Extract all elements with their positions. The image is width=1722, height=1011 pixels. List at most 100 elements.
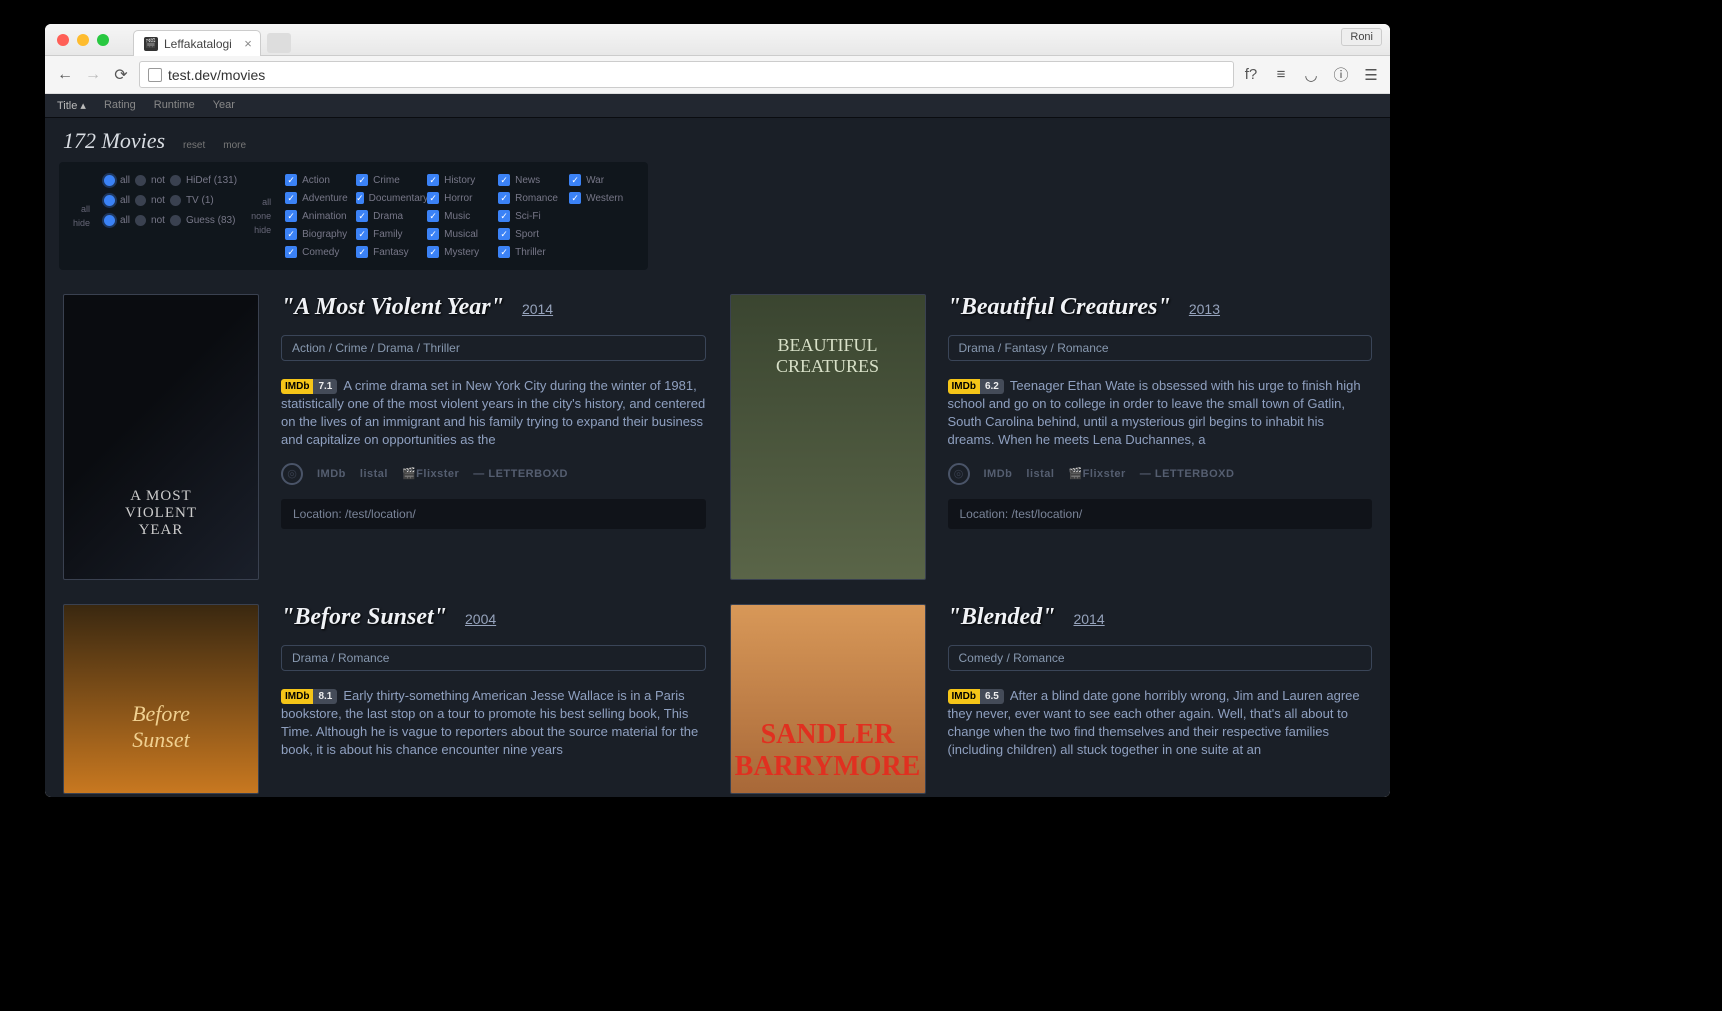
movie-title[interactable]: "A Most Violent Year" [281,294,504,321]
movie-poster[interactable]: BeforeSunset [63,604,259,794]
movie-genres[interactable]: Drama / Fantasy / Romance [948,335,1373,361]
address-bar[interactable]: test.dev/movies [139,61,1234,88]
genre-checkbox[interactable]: ✓ [427,246,439,258]
genre-checkbox[interactable]: ✓ [356,192,364,204]
sort-title[interactable]: Title ▴ [57,99,86,112]
genre-checkbox[interactable]: ✓ [569,192,581,204]
radio-not[interactable] [135,175,146,186]
movie-year[interactable]: 2014 [522,301,553,317]
imdb-badge[interactable]: IMDb7.1 [281,379,337,395]
movie-poster[interactable]: BEAUTIFULCREATURES [730,294,926,580]
radio-not[interactable] [135,215,146,226]
genre-checkbox[interactable]: ✓ [498,174,510,186]
genre-cell: ✓Sci-Fi [498,208,563,224]
quality-label-all: all [120,175,130,186]
genre-label: Documentary [369,193,428,204]
sort-runtime[interactable]: Runtime [154,99,195,112]
genre-checkbox[interactable]: ✓ [569,174,581,186]
genre-checkbox[interactable]: ✓ [356,174,368,186]
ext-icon-fq[interactable]: f? [1242,66,1260,83]
browser-tab[interactable]: 🎬 Leffakatalogi × [133,30,261,56]
genre-checkbox[interactable]: ✓ [356,228,368,240]
close-window-button[interactable] [57,34,69,46]
imdb-badge[interactable]: IMDb6.5 [948,689,1004,705]
radio-all[interactable] [104,195,115,206]
link-listal[interactable]: listal [360,468,388,480]
movie-links: ◎ IMDb listal 🎬Flixster — LETTERBOXD [281,463,706,485]
genre-checkbox[interactable]: ✓ [285,210,297,222]
movie-genres[interactable]: Action / Crime / Drama / Thriller [281,335,706,361]
link-listal[interactable]: listal [1026,468,1054,480]
genre-checkbox[interactable]: ✓ [285,228,297,240]
genre-cell: ✓Animation [285,208,350,224]
genre-checkbox[interactable]: ✓ [285,174,297,186]
movie-title[interactable]: "Beautiful Creatures" [948,294,1171,321]
genre-checkbox[interactable]: ✓ [356,246,368,258]
link-flixster[interactable]: 🎬Flixster [1068,467,1125,480]
menu-button[interactable]: ☰ [1362,66,1380,84]
back-button[interactable]: ← [55,65,75,85]
genre-checkbox[interactable]: ✓ [498,228,510,240]
genre-checkbox[interactable]: ✓ [285,192,297,204]
page-icon [148,68,162,82]
genre-cell [569,244,634,260]
movie-poster[interactable]: SANDLERBARRYMORE [730,604,926,794]
genre-checkbox[interactable]: ✓ [427,174,439,186]
genre-checkbox[interactable]: ✓ [498,210,510,222]
imdb-badge[interactable]: IMDb8.1 [281,689,337,705]
more-link[interactable]: more [223,140,246,151]
movie-poster[interactable]: A MOSTVIOLENTYEAR [63,294,259,580]
genre-checkbox[interactable]: ✓ [427,210,439,222]
traffic-lights [45,34,109,46]
reset-link[interactable]: reset [183,140,205,151]
movie-title[interactable]: "Before Sunset" [281,604,447,631]
movie-genres[interactable]: Comedy / Romance [948,645,1373,671]
radio-not[interactable] [135,195,146,206]
genre-cell: ✓Drama [356,208,421,224]
movie-year[interactable]: 2004 [465,611,496,627]
radio-all[interactable] [104,215,115,226]
sort-rating[interactable]: Rating [104,99,136,112]
radio-hide[interactable] [170,215,181,226]
genre-checkbox[interactable]: ✓ [285,246,297,258]
maximize-window-button[interactable] [97,34,109,46]
genre-checkbox[interactable]: ✓ [427,192,439,204]
ext-icon-info[interactable]: ⓘ [1332,64,1350,85]
genre-checkbox[interactable]: ✓ [356,210,368,222]
genre-cell: ✓News [498,172,563,188]
genre-cell [569,226,634,242]
radio-all[interactable] [104,175,115,186]
link-letterboxd[interactable]: — LETTERBOXD [1140,468,1235,480]
sort-bar: Title ▴ Rating Runtime Year [45,94,1390,118]
genre-checkbox[interactable]: ✓ [427,228,439,240]
link-letterboxd[interactable]: — LETTERBOXD [473,468,568,480]
link-imdb[interactable]: IMDb [317,468,346,480]
new-tab-button[interactable] [267,33,291,53]
imdb-badge[interactable]: IMDb6.2 [948,379,1004,395]
filter-panel: all hide all not HiDef (131) all not [59,162,648,270]
movie-details: "Blended"2014Comedy / RomanceIMDb6.5Afte… [948,604,1373,794]
ext-icon-stack[interactable]: ≡ [1272,66,1290,83]
link-flixster[interactable]: 🎬Flixster [402,467,459,480]
reload-button[interactable]: ⟳ [111,65,131,85]
sort-year[interactable]: Year [213,99,235,112]
radio-hide[interactable] [170,195,181,206]
ext-icon-pocket[interactable]: ◡ [1302,66,1320,84]
movie-genres[interactable]: Drama / Romance [281,645,706,671]
radio-hide[interactable] [170,175,181,186]
forward-button[interactable]: → [83,65,103,85]
movie-year[interactable]: 2014 [1073,611,1104,627]
movie-title[interactable]: "Blended" [948,604,1056,631]
genre-label: Mystery [444,247,479,258]
genre-checkbox[interactable]: ✓ [498,246,510,258]
link-circle-icon[interactable]: ◎ [948,463,970,485]
link-circle-icon[interactable]: ◎ [281,463,303,485]
genre-checkbox[interactable]: ✓ [498,192,510,204]
genre-label: Family [373,229,402,240]
minimize-window-button[interactable] [77,34,89,46]
profile-badge[interactable]: Roni [1341,28,1382,46]
genre-cell: ✓History [427,172,492,188]
link-imdb[interactable]: IMDb [984,468,1013,480]
close-tab-button[interactable]: × [244,36,252,51]
movie-year[interactable]: 2013 [1189,301,1220,317]
